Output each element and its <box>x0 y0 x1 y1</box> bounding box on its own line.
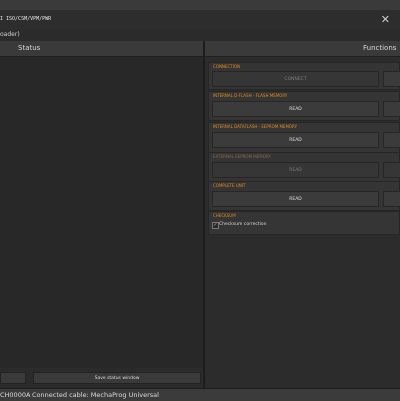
section-connection: CONNECTION CONNECT <box>208 62 400 90</box>
section-label-complete-unit: COMPLETE UNIT <box>213 183 246 188</box>
connected-cable-text: Connected cable: MechaProg Universal <box>32 391 159 399</box>
write-complete-unit-button[interactable] <box>383 191 400 207</box>
checksum-checkbox[interactable]: ✓ <box>212 222 219 229</box>
subtitle-bar: oader) <box>0 30 400 40</box>
functions-panel-header: Functions <box>205 41 400 57</box>
status-panel-header: Status <box>0 41 203 57</box>
close-icon[interactable]: ✕ <box>381 14 390 25</box>
section-external-eeprom: EXTERNAL EEPROM MEMORY READ <box>208 152 400 182</box>
status-bar: CH0000A Connected cable: MechaProg Unive… <box>0 388 400 401</box>
section-internal-eeprom: INTERNAL DATAFLASH - EEPROM MEMORY READ <box>208 122 400 153</box>
read-external-eeprom-button[interactable]: READ <box>212 162 379 178</box>
section-label-internal-eeprom: INTERNAL DATAFLASH - EEPROM MEMORY <box>213 124 298 129</box>
status-code: CH0000A <box>0 391 31 399</box>
window-subtitle: oader) <box>0 31 20 38</box>
checksum-correction-label[interactable]: Checksum correction <box>219 222 266 227</box>
section-complete-unit: COMPLETE UNIT READ <box>208 181 400 211</box>
connect-button[interactable]: CONNECT <box>212 71 379 87</box>
section-label-internal-flash: INTERNAL D-FLASH - FLASH MEMORY <box>213 93 288 98</box>
status-panel-title: Status <box>18 44 41 52</box>
read-complete-unit-button[interactable]: READ <box>212 191 379 207</box>
top-bar <box>0 0 400 10</box>
write-flash-button[interactable] <box>383 101 400 117</box>
write-external-eeprom-button[interactable] <box>383 162 400 178</box>
section-label-checksum: CHECKSUM <box>213 213 236 218</box>
window-title: I ISO/CSM/VPM/PWR <box>0 16 52 22</box>
functions-panel-title: Functions <box>363 44 397 52</box>
section-label-external-eeprom: EXTERNAL EEPROM MEMORY <box>213 154 271 159</box>
connect-side-button[interactable] <box>383 71 400 87</box>
section-label-connection: CONNECTION <box>213 64 241 69</box>
section-internal-flash: INTERNAL D-FLASH - FLASH MEMORY READ <box>208 91 400 121</box>
status-log-area[interactable] <box>0 57 203 368</box>
save-status-window-button[interactable]: Save status window <box>33 372 201 384</box>
read-eeprom-button[interactable]: READ <box>212 132 379 148</box>
read-flash-button[interactable]: READ <box>212 101 379 117</box>
write-eeprom-button[interactable] <box>383 132 400 148</box>
status-left-button[interactable] <box>0 372 26 384</box>
title-bar: I ISO/CSM/VPM/PWR ✕ <box>0 10 400 31</box>
